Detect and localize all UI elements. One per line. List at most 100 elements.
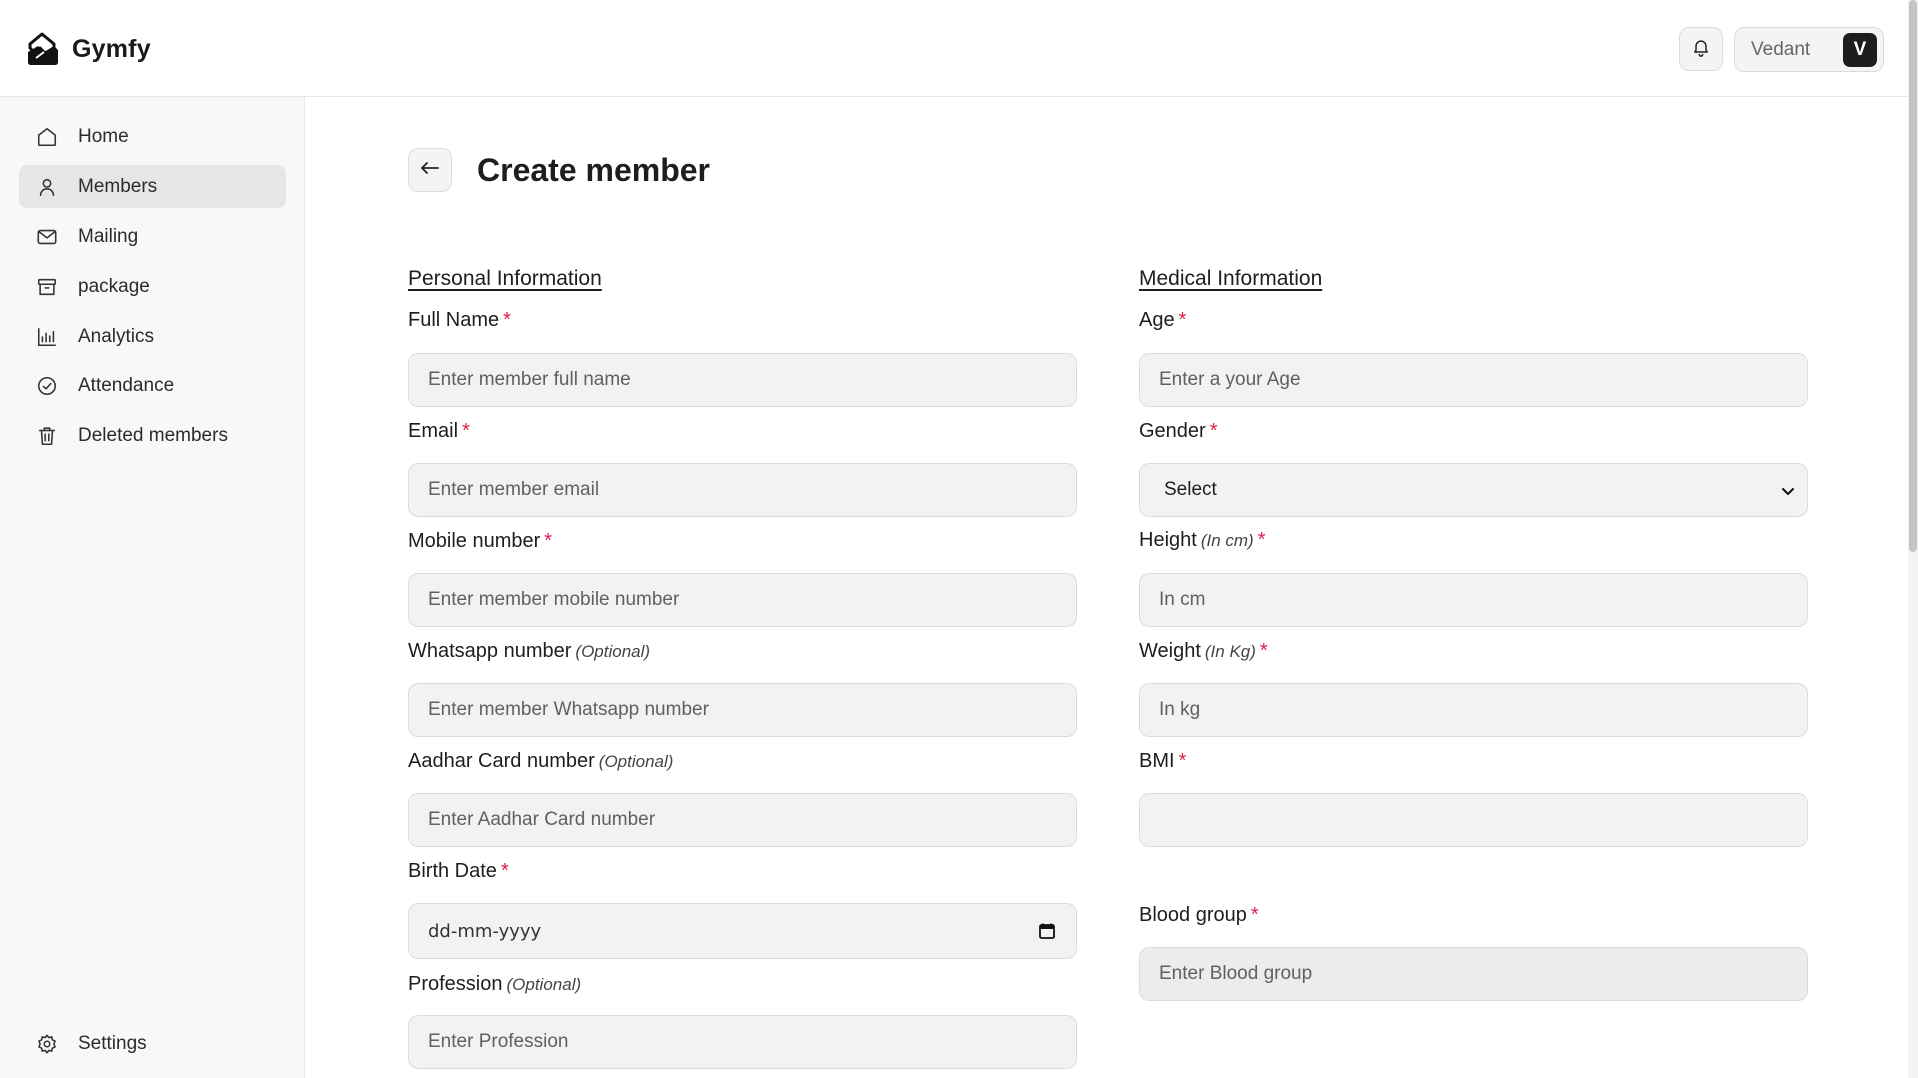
weight-input[interactable]: In kg — [1139, 683, 1808, 737]
sidebar-item-deleted-members[interactable]: Deleted members — [19, 414, 286, 457]
required-marker: * — [500, 860, 509, 882]
mail-icon — [36, 226, 58, 248]
aadhar-label: Aadhar Card number (Optional) — [408, 750, 673, 773]
input-placeholder: Enter Blood group — [1159, 963, 1313, 984]
back-button[interactable] — [408, 148, 452, 192]
field-label-text: Full Name — [408, 309, 500, 331]
gender-select[interactable]: Select — [1139, 463, 1808, 517]
bmi-label: BMI * — [1139, 750, 1186, 773]
age-label: Age * — [1139, 309, 1186, 332]
input-placeholder: In kg — [1159, 699, 1201, 720]
archive-icon — [36, 276, 58, 298]
email-input[interactable]: Enter member email — [408, 463, 1077, 517]
sidebar-item-package[interactable]: package — [19, 265, 286, 308]
required-marker: * — [1209, 420, 1218, 442]
input-placeholder: Enter member full name — [428, 369, 631, 390]
field-label-text: Height — [1139, 529, 1197, 551]
bell-icon — [1691, 37, 1711, 62]
field-label-text: Weight — [1139, 640, 1201, 662]
sidebar-item-members[interactable]: Members — [19, 165, 286, 208]
date-placeholder: dd-mm-yyyy — [428, 920, 542, 942]
field-label-text: Whatsapp number — [408, 640, 572, 662]
input-placeholder: Enter member Whatsapp number — [428, 699, 709, 720]
sidebar-item-label: Deleted members — [78, 424, 228, 446]
sidebar-item-label: Attendance — [78, 374, 175, 396]
unit-tag: (In cm) — [1200, 531, 1254, 550]
field-label-text: Gender — [1139, 420, 1206, 442]
sidebar-item-label: Mailing — [78, 225, 139, 247]
profession-label: Profession (Optional) — [408, 973, 581, 996]
age-input[interactable]: Enter a your Age — [1139, 353, 1808, 407]
scrollbar-thumb[interactable] — [1909, 0, 1917, 552]
avatar: V — [1843, 32, 1877, 67]
unit-tag: (In Kg) — [1204, 642, 1256, 661]
arrow-left-icon — [418, 156, 442, 185]
mobile-input[interactable]: Enter member mobile number — [408, 573, 1077, 627]
sidebar: Home Members Mailing package Analytics A… — [0, 97, 305, 1078]
input-placeholder: Enter a your Age — [1159, 369, 1301, 390]
select-value: Select — [1164, 479, 1217, 500]
calendar-icon[interactable] — [1038, 922, 1056, 940]
field-label-text: Aadhar Card number — [408, 750, 595, 772]
field-label-text: BMI — [1139, 750, 1175, 772]
user-name: Vedant — [1751, 38, 1811, 60]
blood-group-input[interactable]: Enter Blood group — [1139, 947, 1808, 1001]
required-marker: * — [1178, 750, 1187, 772]
trash-icon — [36, 425, 58, 447]
home-icon — [36, 126, 58, 148]
sidebar-item-label: Home — [78, 125, 129, 147]
gear-icon — [36, 1033, 58, 1055]
personal-section-title: Personal Information — [408, 267, 602, 290]
sidebar-item-home[interactable]: Home — [19, 115, 286, 158]
sidebar-item-settings[interactable]: Settings — [19, 1022, 286, 1065]
field-label-text: Profession — [408, 973, 503, 995]
bmi-input[interactable] — [1139, 793, 1808, 847]
mobile-label: Mobile number * — [408, 530, 552, 553]
sidebar-item-attendance[interactable]: Attendance — [19, 364, 286, 407]
brand-name: Gymfy — [72, 34, 151, 63]
bar-chart-icon — [36, 326, 58, 348]
sidebar-item-label: Analytics — [78, 325, 155, 347]
full-name-input[interactable]: Enter member full name — [408, 353, 1077, 407]
input-placeholder: Enter Aadhar Card number — [428, 809, 656, 830]
sidebar-item-label: package — [78, 275, 150, 297]
medical-section-title: Medical Information — [1139, 267, 1323, 290]
field-label-text: Email — [408, 420, 459, 442]
field-label-text: Blood group — [1139, 904, 1247, 926]
aadhar-input[interactable]: Enter Aadhar Card number — [408, 793, 1077, 847]
sidebar-item-mailing[interactable]: Mailing — [19, 215, 286, 258]
whatsapp-input[interactable]: Enter member Whatsapp number — [408, 683, 1077, 737]
user-icon — [36, 176, 58, 198]
required-marker: * — [1250, 904, 1259, 926]
field-label-text: Age — [1139, 309, 1175, 331]
field-label-text: Birth Date — [408, 860, 497, 882]
height-input[interactable]: In cm — [1139, 573, 1808, 627]
optional-tag: (Optional) — [598, 752, 674, 771]
chevron-down-icon — [1779, 482, 1797, 500]
sidebar-item-analytics[interactable]: Analytics — [19, 315, 286, 358]
field-label-text: Mobile number — [408, 530, 541, 552]
required-marker: * — [1259, 640, 1268, 662]
user-menu-button[interactable]: Vedant V — [1734, 27, 1884, 72]
gender-label: Gender * — [1139, 420, 1218, 443]
gymfy-logo-icon — [24, 30, 62, 68]
input-placeholder: Enter Profession — [428, 1031, 569, 1052]
input-placeholder: Enter member mobile number — [428, 589, 680, 610]
check-circle-icon — [36, 375, 58, 397]
birth-date-input[interactable]: dd-mm-yyyy — [408, 903, 1077, 959]
required-marker: * — [503, 309, 511, 331]
email-label: Email * — [408, 420, 470, 443]
height-label: Height (In cm) * — [1139, 529, 1266, 552]
birth-date-label: Birth Date * — [408, 860, 509, 883]
optional-tag: (Optional) — [575, 642, 651, 661]
required-marker: * — [462, 420, 470, 442]
input-placeholder: Enter member email — [428, 479, 600, 500]
full-name-label: Full Name * — [408, 309, 511, 332]
brand[interactable]: Gymfy — [24, 30, 151, 68]
required-marker: * — [1178, 309, 1187, 331]
sidebar-item-label: Settings — [78, 1032, 147, 1054]
notifications-button[interactable] — [1679, 27, 1723, 71]
profession-input[interactable]: Enter Profession — [408, 1015, 1077, 1069]
input-placeholder: In cm — [1159, 589, 1206, 610]
required-marker: * — [1257, 529, 1266, 551]
